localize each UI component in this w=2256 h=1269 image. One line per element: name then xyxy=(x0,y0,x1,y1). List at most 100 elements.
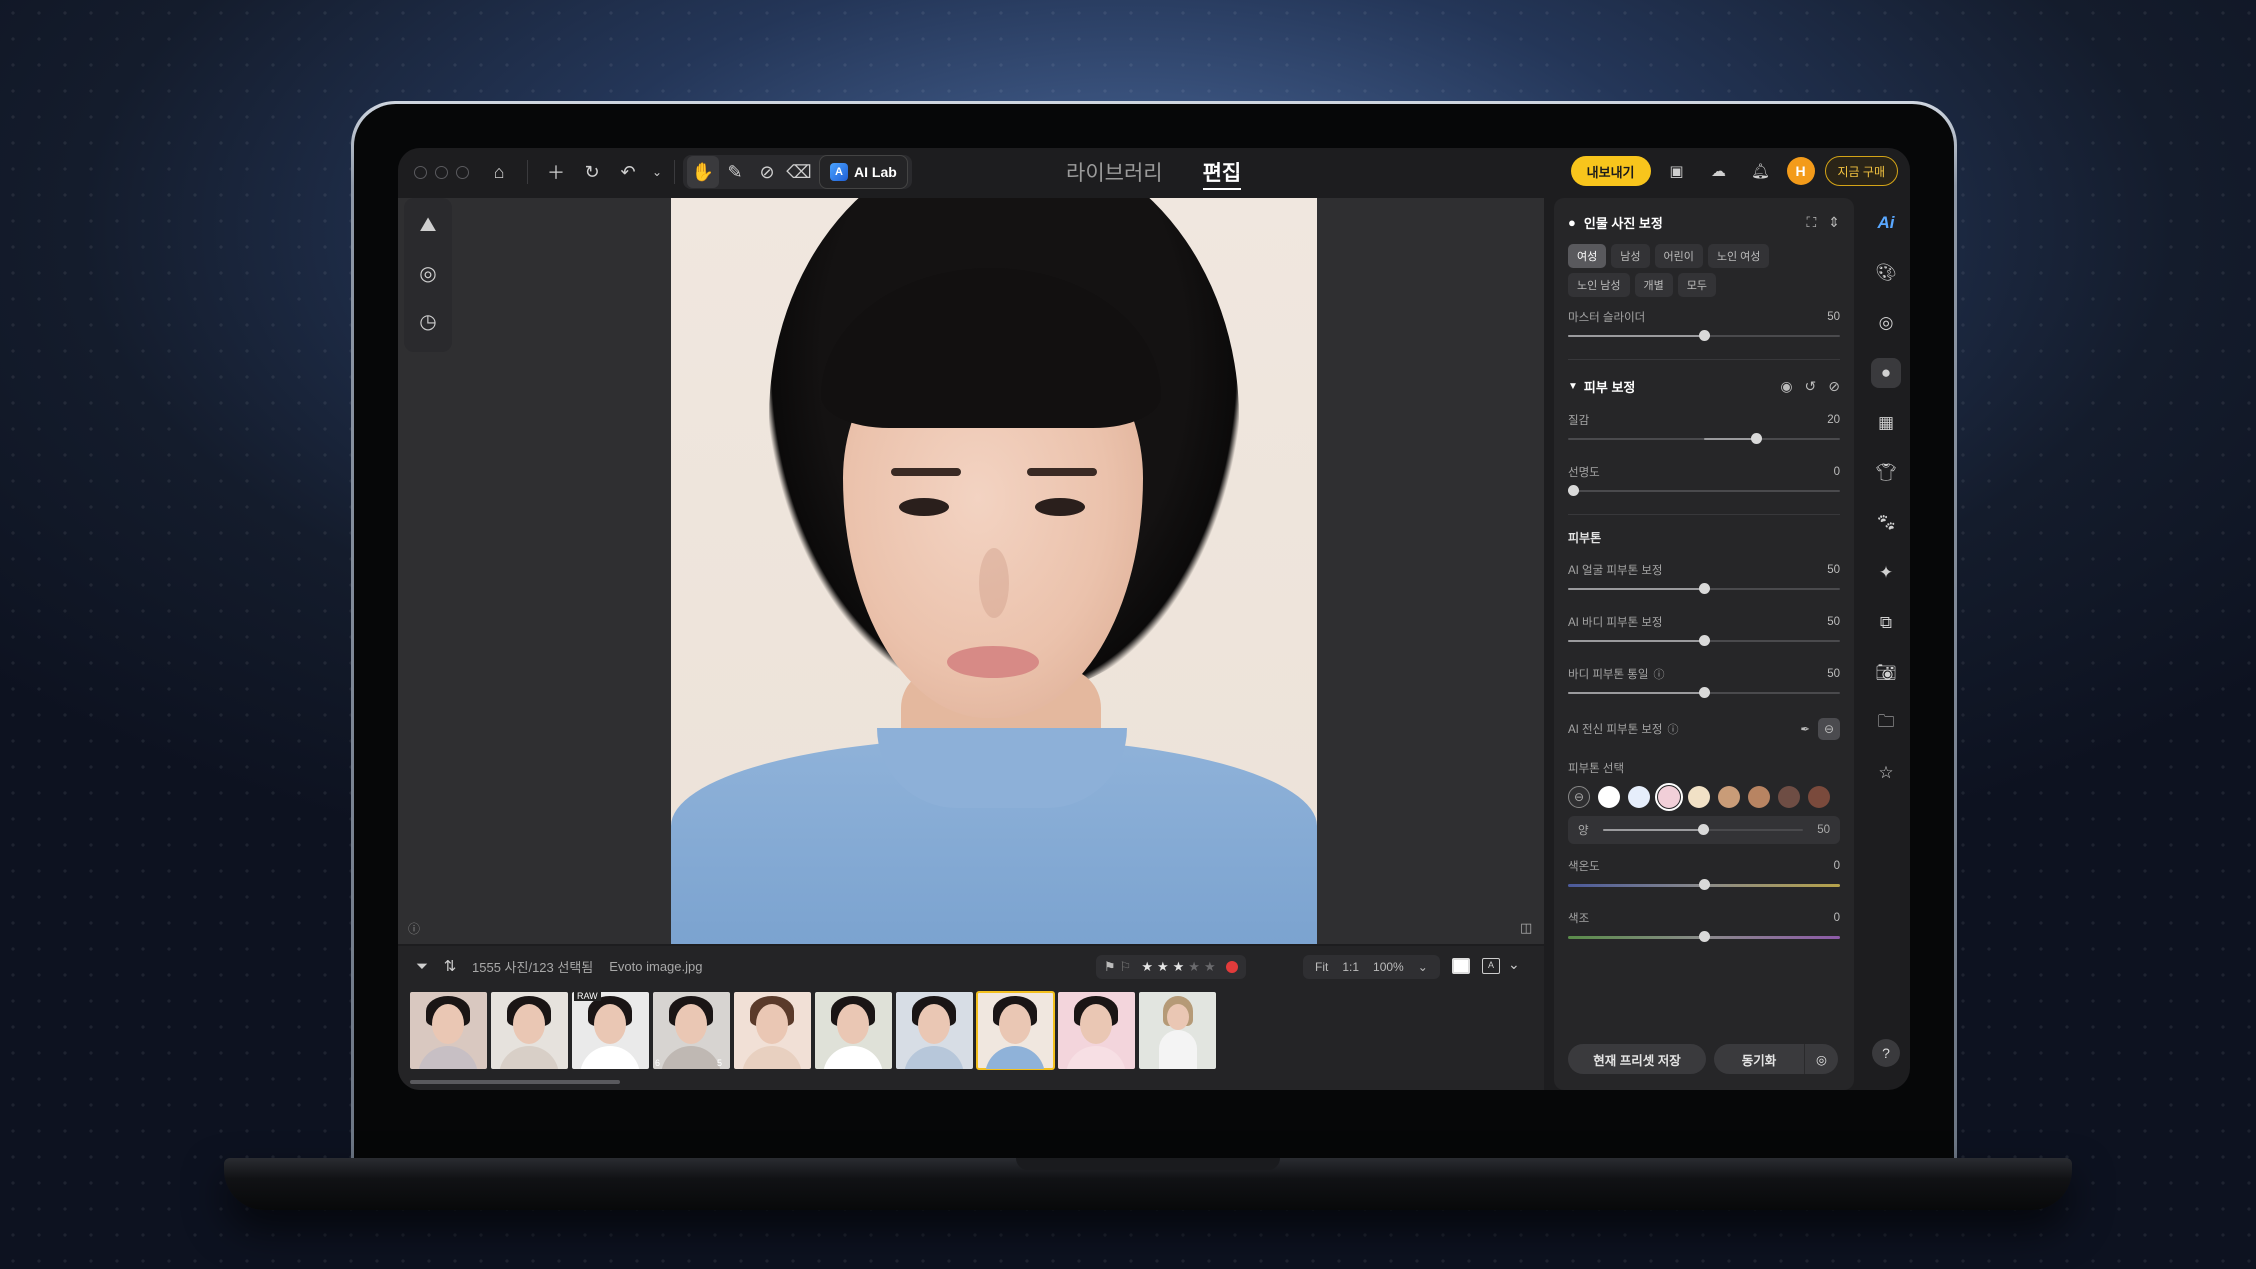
ai-icon[interactable]: Ai xyxy=(1871,208,1901,238)
thumbnail[interactable] xyxy=(734,992,811,1069)
color-label-red[interactable] xyxy=(1225,961,1238,973)
single-view-icon[interactable] xyxy=(1452,958,1470,974)
thumbnail[interactable]: 6 5 xyxy=(653,992,730,1069)
history-clock-icon[interactable]: ◷ xyxy=(413,306,443,336)
document-icon[interactable]: ▣ xyxy=(1661,155,1693,187)
chip-senior-female[interactable]: 노인 여성 xyxy=(1707,244,1770,268)
erase-mask-icon[interactable]: ⊘ xyxy=(1828,378,1840,395)
star-5[interactable]: ★ xyxy=(1204,959,1216,975)
landscape-person-icon[interactable]: ⛰ xyxy=(413,210,443,240)
skintone-swatch[interactable] xyxy=(1628,786,1650,808)
palette-icon[interactable]: 🎨︎ xyxy=(1871,258,1901,288)
thumbnail[interactable] xyxy=(491,992,568,1069)
eraser-icon[interactable]: ⌫ xyxy=(783,156,815,188)
star-1[interactable]: ★ xyxy=(1141,959,1153,975)
chip-child[interactable]: 어린이 xyxy=(1654,244,1703,268)
camera-icon[interactable]: 📷︎ xyxy=(1871,658,1901,688)
ai-refresh-icon[interactable]: ↻ xyxy=(576,156,608,188)
texture-slider[interactable] xyxy=(1568,432,1840,446)
background-icon[interactable]: ▦ xyxy=(1871,408,1901,438)
sync-settings-icon[interactable]: ◎ xyxy=(1804,1044,1838,1074)
skintone-swatch[interactable] xyxy=(1778,786,1800,808)
ai-face-skintone-slider[interactable] xyxy=(1568,582,1840,596)
ai-body-skintone-slider[interactable] xyxy=(1568,634,1840,648)
ai-lab-button[interactable]: A AI Lab xyxy=(819,155,908,189)
photo-canvas[interactable]: ⓘ ◫ xyxy=(398,198,1544,944)
skintone-swatch[interactable] xyxy=(1598,786,1620,808)
reject-flag-icon[interactable]: ⚐ xyxy=(1120,959,1132,975)
add-icon[interactable]: ＋ xyxy=(540,156,572,188)
help-icon[interactable]: ? xyxy=(1872,1039,1900,1067)
face-retouch-icon[interactable]: ● xyxy=(1871,358,1901,388)
hand-icon[interactable]: ✋ xyxy=(687,156,719,188)
eye-icon[interactable]: ◉ xyxy=(1780,378,1792,395)
tab-library[interactable]: 라이브러리 xyxy=(1066,148,1163,196)
skintone-swatch-selected[interactable] xyxy=(1655,783,1683,811)
folder-settings-icon[interactable]: 🗀 xyxy=(1871,708,1901,738)
thumbnail-selected[interactable] xyxy=(976,991,1055,1070)
info-icon[interactable]: ⓘ xyxy=(408,920,420,937)
face-detect-icon[interactable]: ⛶ xyxy=(1806,214,1816,231)
cloud-icon[interactable]: ☁ xyxy=(1703,155,1735,187)
clarity-slider[interactable] xyxy=(1568,484,1840,498)
undo-icon[interactable]: ↶ xyxy=(612,156,644,188)
zoom-fit-button[interactable]: Fit xyxy=(1309,960,1334,974)
star-2[interactable]: ★ xyxy=(1157,959,1169,975)
chip-senior-male[interactable]: 노인 남성 xyxy=(1568,273,1630,297)
export-button[interactable]: 내보내기 xyxy=(1570,156,1651,186)
thumbnail[interactable] xyxy=(1139,992,1216,1069)
disable-toggle-icon[interactable]: ⊖ xyxy=(1818,718,1840,740)
eyedropper-icon[interactable]: ✒ xyxy=(1800,722,1810,736)
help-circle-icon[interactable]: ⓘ xyxy=(1668,721,1679,737)
star-3[interactable]: ★ xyxy=(1173,959,1185,975)
home-icon[interactable]: ⌂ xyxy=(483,156,515,188)
maximize-window-button[interactable] xyxy=(456,165,469,179)
save-preset-button[interactable]: 현재 프리셋 저장 xyxy=(1568,1044,1706,1074)
avatar[interactable]: H xyxy=(1786,157,1815,185)
before-after-icon[interactable]: A xyxy=(1482,958,1500,974)
skin-section-header[interactable]: ▼ 피부 보정 ◉ ↺ ⊘ xyxy=(1568,374,1840,398)
no-tone-swatch[interactable]: ⊖ xyxy=(1568,786,1590,808)
help-circle-icon[interactable]: ⓘ xyxy=(1653,666,1664,682)
sort-icon[interactable]: ⇅ xyxy=(436,957,464,975)
chip-female[interactable]: 여성 xyxy=(1568,244,1607,268)
brush-icon[interactable]: ✎ xyxy=(719,156,751,188)
bell-icon[interactable]: 🔔︎ xyxy=(1745,155,1777,187)
chip-male[interactable]: 남성 xyxy=(1611,244,1650,268)
thumbnail[interactable] xyxy=(410,992,487,1069)
compare-view-icon[interactable]: ◫ xyxy=(1520,920,1532,936)
chevron-down-icon[interactable]: ⌄ xyxy=(1508,956,1520,973)
body-unify-slider[interactable] xyxy=(1568,686,1840,700)
chevron-down-icon[interactable]: ⌄ xyxy=(648,156,666,188)
star-4[interactable]: ★ xyxy=(1188,959,1200,975)
skintone-swatch[interactable] xyxy=(1808,786,1830,808)
clothing-icon[interactable]: 👕︎ xyxy=(1871,458,1901,488)
thumbnail[interactable]: RAW xyxy=(572,992,649,1069)
thumbnail[interactable] xyxy=(1058,992,1135,1069)
close-window-button[interactable] xyxy=(414,165,427,179)
buy-now-button[interactable]: 지금 구매 xyxy=(1824,156,1898,186)
texture-icon[interactable]: ◎ xyxy=(1871,308,1901,338)
amount-slider[interactable] xyxy=(1602,823,1804,837)
flag-icon[interactable]: ⚑ xyxy=(1104,959,1116,975)
zoom-1to1-button[interactable]: 1:1 xyxy=(1336,960,1365,974)
tint-slider[interactable] xyxy=(1568,930,1840,944)
master-slider[interactable] xyxy=(1568,329,1840,343)
bandage-icon[interactable]: ⊘ xyxy=(751,156,783,188)
zoom-level[interactable]: 100% xyxy=(1367,960,1410,974)
preset-star-icon[interactable]: ☆ xyxy=(1871,758,1901,788)
chip-all[interactable]: 모두 xyxy=(1677,273,1717,297)
reset-icon[interactable]: ↺ xyxy=(1805,378,1817,395)
swap-icon[interactable]: ⇕ xyxy=(1828,214,1840,231)
sync-button[interactable]: 동기화 xyxy=(1714,1044,1804,1074)
tab-edit[interactable]: 편집 xyxy=(1202,148,1241,196)
chevron-down-icon[interactable]: ⌄ xyxy=(1412,960,1434,974)
crop-icon[interactable]: ⧉ xyxy=(1871,608,1901,638)
chip-individual[interactable]: 개별 xyxy=(1634,273,1673,297)
skintone-swatch[interactable] xyxy=(1688,786,1710,808)
temperature-slider[interactable] xyxy=(1568,878,1840,892)
sparkle-icon[interactable]: ✦ xyxy=(1871,558,1901,588)
texture-icon[interactable]: ◎ xyxy=(413,258,443,288)
minimize-window-button[interactable] xyxy=(435,165,448,179)
filter-icon[interactable]: ⏷ xyxy=(408,958,436,975)
